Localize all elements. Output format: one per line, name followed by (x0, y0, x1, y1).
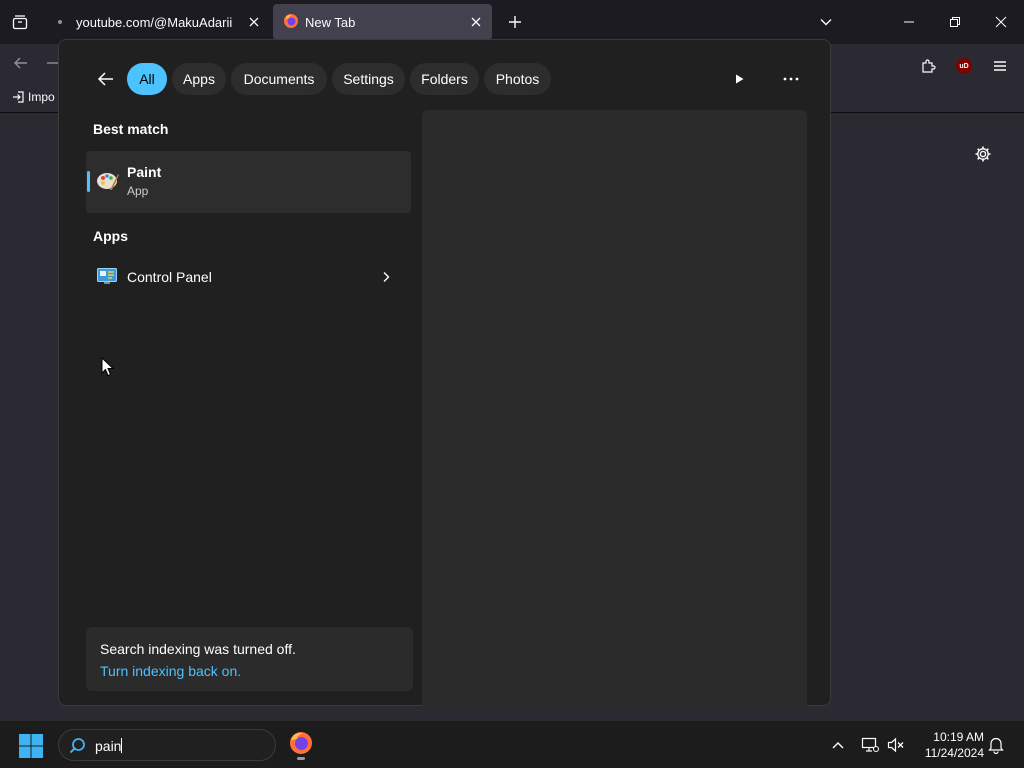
arrow-left-icon (14, 57, 27, 69)
ublock-icon: uD (956, 58, 972, 74)
indexing-message: Search indexing was turned off. (100, 641, 296, 657)
search-icon (69, 737, 86, 759)
restore-icon (950, 17, 960, 27)
indexing-notice: Search indexing was turned off. Turn ind… (86, 627, 413, 691)
ellipsis-icon (783, 77, 799, 81)
best-match-paint[interactable]: Paint App (86, 151, 411, 213)
back-button[interactable] (93, 66, 119, 92)
network-icon (861, 737, 879, 752)
volume-muted-icon (887, 737, 904, 753)
filter-settings[interactable]: Settings (332, 63, 405, 95)
expand-chevron-button[interactable] (378, 269, 394, 285)
app-type: App (127, 184, 149, 198)
text-caret (121, 738, 123, 753)
taskbar-firefox-button[interactable] (287, 731, 315, 760)
paint-icon (96, 168, 120, 192)
close-icon (995, 16, 1007, 28)
app-menu-button[interactable] (988, 54, 1012, 78)
new-tab-button[interactable] (503, 10, 527, 34)
filter-photos[interactable]: Photos (484, 63, 551, 95)
mouse-cursor-icon (101, 357, 114, 377)
network-button[interactable] (860, 735, 880, 755)
tab-close-button[interactable] (464, 10, 488, 34)
turn-indexing-on-link[interactable]: Turn indexing back on. (100, 663, 241, 679)
search-flyout: All Apps Documents Settings Folders Phot… (58, 39, 831, 707)
selection-indicator (87, 171, 90, 192)
app-name: Control Panel (127, 269, 212, 285)
firefox-icon (283, 13, 299, 32)
firefox-icon (290, 732, 312, 754)
windows-logo-icon (19, 734, 43, 758)
browser-tab-bar: youtube.com/@MakuAdarii New Tab (0, 0, 1024, 44)
chevron-right-icon (383, 272, 390, 282)
bell-icon (988, 737, 1004, 754)
import-bookmarks-button[interactable]: Impo (12, 90, 55, 104)
import-bookmarks-label: Impo (28, 90, 55, 104)
minimize-icon (904, 21, 914, 23)
search-query-text[interactable]: pain (95, 738, 123, 754)
plus-icon (509, 16, 521, 28)
volume-button[interactable] (886, 735, 906, 755)
taskbar: pain 10:19 AM 11/24/2024 (0, 720, 1024, 768)
close-icon (471, 17, 481, 27)
play-icon (736, 74, 744, 84)
puzzle-icon (922, 59, 936, 73)
search-query-value: pain (95, 738, 122, 754)
chevron-down-icon (820, 19, 832, 26)
gear-icon (975, 146, 991, 162)
back-button[interactable] (12, 54, 30, 77)
taskbar-search-box[interactable]: pain (58, 729, 276, 761)
filter-apps[interactable]: Apps (172, 63, 226, 95)
extensions-button[interactable] (916, 54, 940, 78)
control-panel-icon (97, 268, 117, 284)
tab-new-tab[interactable]: New Tab (273, 4, 492, 40)
best-match-heading: Best match (93, 121, 169, 137)
minimize-button[interactable] (894, 8, 924, 36)
window-close-button[interactable] (986, 8, 1016, 36)
filter-folders[interactable]: Folders (410, 63, 479, 95)
tab-list-icon (12, 15, 28, 30)
ublock-origin-button[interactable]: uD (952, 54, 976, 78)
filter-all[interactable]: All (127, 63, 167, 95)
tab-title: youtube.com/@MakuAdarii (76, 14, 233, 30)
new-tab-settings-button[interactable] (972, 143, 994, 165)
tab-unloaded-dot (58, 20, 62, 24)
list-all-tabs-button[interactable] (814, 10, 838, 34)
more-filters-button[interactable] (727, 67, 751, 91)
chevron-up-icon (832, 742, 844, 749)
notifications-button[interactable] (986, 735, 1006, 755)
restore-button[interactable] (940, 8, 970, 36)
apps-heading: Apps (93, 228, 128, 244)
filter-documents[interactable]: Documents (231, 63, 327, 95)
running-indicator (297, 757, 305, 760)
import-icon (13, 91, 24, 103)
app-name: Paint (127, 164, 162, 180)
result-preview-pane (422, 110, 807, 707)
more-options-button[interactable] (779, 67, 803, 91)
close-icon (249, 17, 259, 27)
show-hidden-icons-button[interactable] (828, 735, 848, 755)
hamburger-menu-icon (994, 61, 1006, 71)
start-button[interactable] (18, 733, 44, 759)
tab-close-button[interactable] (242, 10, 266, 34)
arrow-left-icon (97, 72, 113, 86)
tab-list-button[interactable] (8, 10, 32, 34)
tab-title: New Tab (305, 14, 356, 30)
tab-youtube[interactable]: youtube.com/@MakuAdarii (44, 4, 270, 40)
app-result-control-panel[interactable]: Control Panel (86, 262, 411, 292)
